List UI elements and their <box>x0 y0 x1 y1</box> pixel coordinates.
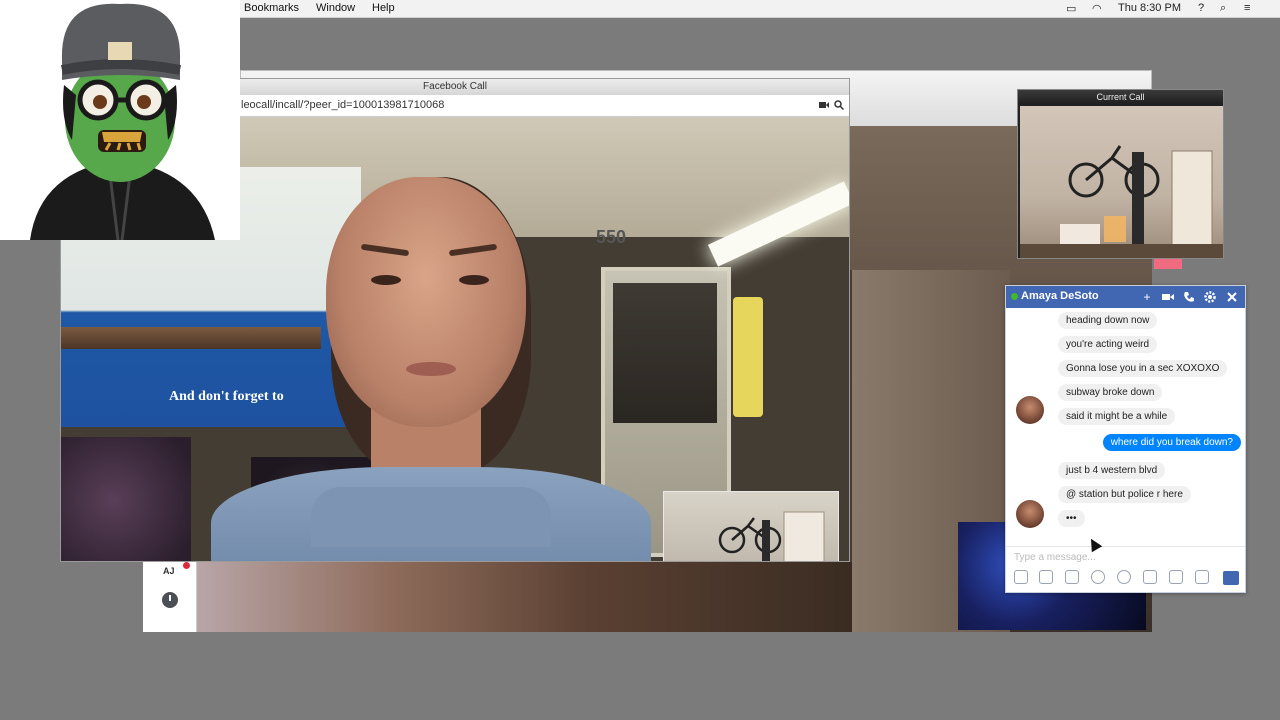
message-input[interactable]: Type a message... <box>1014 552 1096 563</box>
close-icon[interactable] <box>1225 290 1239 304</box>
like-icon[interactable] <box>1223 571 1239 585</box>
train-door-window <box>613 283 717 423</box>
zoom-icon[interactable] <box>834 100 844 110</box>
person-collar <box>311 487 551 547</box>
plus-icon[interactable]: + <box>1140 290 1154 304</box>
train-rail <box>61 327 321 349</box>
chat-message: @ station but police r here <box>1058 486 1191 503</box>
wifi-icon[interactable]: ◠ <box>1092 2 1102 15</box>
page-icon[interactable] <box>849 100 850 110</box>
payment-icon[interactable] <box>1117 570 1131 584</box>
screen: Bookmarks Window Help ▭ ◠ Thu 8:30 PM ? … <box>0 0 1280 720</box>
file-icon[interactable] <box>1039 570 1053 584</box>
gear-icon[interactable] <box>1203 290 1217 304</box>
dock-initials[interactable]: AJ <box>163 566 175 576</box>
video-icon[interactable] <box>1161 290 1175 304</box>
person-eye-right <box>459 275 489 285</box>
person-face <box>326 177 526 427</box>
photo-icon[interactable] <box>1014 570 1028 584</box>
link-icon[interactable] <box>1143 570 1157 584</box>
chat-header[interactable]: Amaya DeSoto + <box>1006 286 1245 308</box>
notification-dot <box>183 562 190 569</box>
chat-contact-name[interactable]: Amaya DeSoto <box>1021 290 1099 302</box>
chat-message: heading down now <box>1058 312 1158 329</box>
online-status-dot <box>1011 293 1018 300</box>
composer-toolbar <box>1006 570 1245 590</box>
chat-message: said it might be a while <box>1058 408 1176 425</box>
menu-bookmarks[interactable]: Bookmarks <box>244 2 299 14</box>
address-url[interactable]: leocall/incall/?peer_id=100013981710068 <box>241 99 444 111</box>
gif-icon[interactable] <box>1065 570 1079 584</box>
poster-text: And don't forget to <box>169 389 284 404</box>
chat-message: Gonna lose you in a sec XOXOXO <box>1058 360 1228 377</box>
person-eye-left <box>371 275 401 285</box>
chat-message: subway broke down <box>1058 384 1163 401</box>
current-call-title: Current Call <box>1018 90 1223 105</box>
camera-icon[interactable] <box>819 100 829 110</box>
clock-icon[interactable] <box>162 592 178 608</box>
current-call-scene <box>1020 145 1223 258</box>
search-icon[interactable]: ⌕ <box>1220 2 1226 15</box>
background-lower-video <box>196 562 852 632</box>
pink-tab <box>1154 259 1182 269</box>
current-call-window[interactable]: Current Call <box>1017 89 1224 259</box>
contact-avatar[interactable] <box>1016 396 1044 424</box>
train-seat <box>61 437 191 561</box>
person-mouth <box>406 362 456 376</box>
current-call-video <box>1020 106 1223 258</box>
contact-avatar[interactable] <box>1016 500 1044 528</box>
composer-divider <box>1006 546 1245 547</box>
streamer-avatar-overlay <box>0 0 240 241</box>
calendar-icon[interactable] <box>1195 570 1209 584</box>
phone-icon[interactable] <box>1182 290 1196 304</box>
menubar: Bookmarks Window Help ▭ ◠ Thu 8:30 PM ? … <box>240 0 1280 18</box>
menu-help[interactable]: Help <box>372 2 395 14</box>
game-icon[interactable] <box>1169 570 1183 584</box>
typing-indicator: ••• <box>1058 510 1085 527</box>
menu-window[interactable]: Window <box>316 2 355 14</box>
zombie-avatar <box>30 3 215 241</box>
train-signs <box>733 297 763 417</box>
chat-dock: AJ <box>143 562 197 632</box>
notification-center-icon[interactable]: ≡ <box>1244 2 1250 14</box>
menubar-clock[interactable]: Thu 8:30 PM <box>1118 2 1181 14</box>
self-view-video[interactable] <box>663 491 839 561</box>
chat-message: you're acting weird <box>1058 336 1158 353</box>
chat-message-sent: where did you break down? <box>1102 434 1241 451</box>
chat-message: just b 4 western blvd <box>1058 462 1166 479</box>
help-icon[interactable]: ? <box>1198 2 1204 14</box>
emoji-icon[interactable] <box>1091 570 1105 584</box>
messenger-chat-window: Amaya DeSoto + heading down now you're a… <box>1005 285 1246 593</box>
train-number: 550 <box>596 227 627 247</box>
airplay-icon[interactable]: ▭ <box>1066 2 1076 15</box>
self-view-scene <box>718 511 825 561</box>
